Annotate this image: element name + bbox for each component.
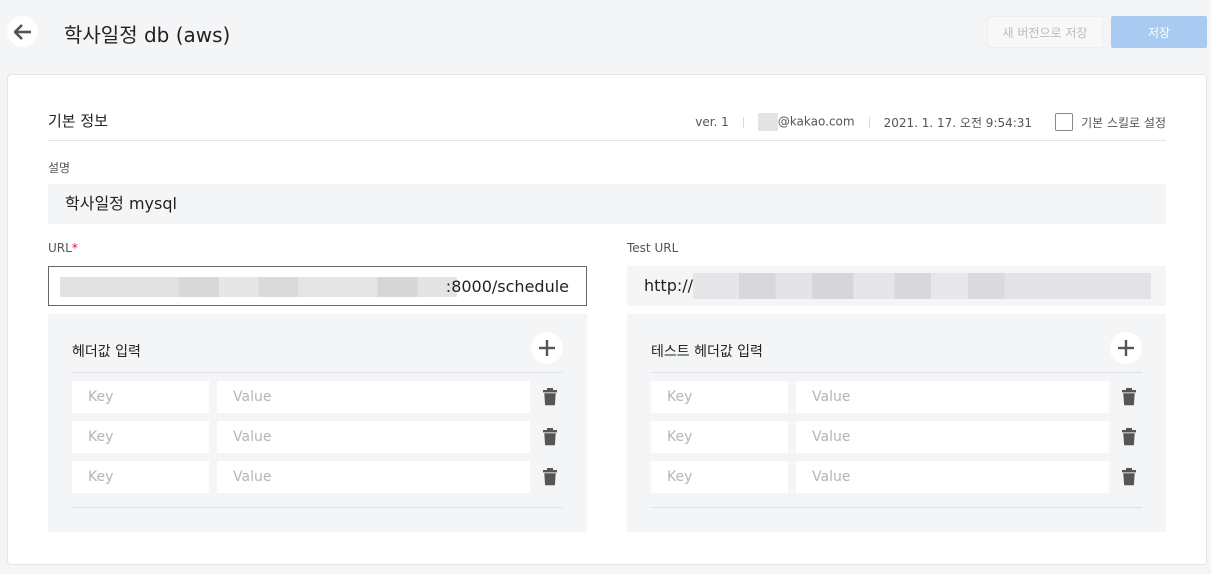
test-header-key-input[interactable] bbox=[651, 461, 788, 493]
back-arrow-icon bbox=[13, 23, 31, 40]
add-test-header-button[interactable] bbox=[1110, 332, 1142, 364]
test-url-input[interactable]: http:// bbox=[627, 266, 1166, 306]
trash-icon[interactable] bbox=[542, 428, 558, 446]
test-header-key-input[interactable] bbox=[651, 381, 788, 413]
version-label: ver. 1 bbox=[695, 115, 729, 129]
trash-icon[interactable] bbox=[1121, 388, 1137, 406]
test-header-value-input[interactable] bbox=[796, 381, 1109, 413]
default-skill-checkbox[interactable] bbox=[1055, 113, 1074, 131]
header-row bbox=[72, 381, 563, 413]
header-row bbox=[72, 421, 563, 453]
panel-divider bbox=[651, 372, 1142, 373]
redacted-block bbox=[693, 273, 1151, 299]
trash-icon[interactable] bbox=[1121, 468, 1137, 486]
meta-separator bbox=[868, 116, 870, 128]
page-title: 학사일정 db (aws) bbox=[64, 23, 231, 47]
meta-separator bbox=[742, 116, 744, 128]
header-key-input[interactable] bbox=[72, 421, 209, 453]
skill-form-card: 기본 정보 ver. 1 @kakao.com 2021. 1. 17. 오전 … bbox=[7, 74, 1207, 565]
top-bar: 학사일정 db (aws) 새 버전으로 저장 저장 bbox=[0, 0, 1211, 64]
header-input-panel: 헤더값 입력 bbox=[48, 314, 587, 532]
redacted-block bbox=[60, 277, 457, 297]
description-label: 설명 bbox=[48, 161, 71, 175]
url-input[interactable]: :8000/schedule bbox=[48, 266, 587, 306]
back-button[interactable] bbox=[7, 16, 38, 47]
default-skill-label[interactable]: 기본 스킬로 설정 bbox=[1081, 114, 1166, 131]
test-header-row bbox=[651, 381, 1142, 413]
description-field[interactable]: 학사일정 mysql bbox=[48, 184, 1166, 224]
test-header-value-input[interactable] bbox=[796, 461, 1109, 493]
test-header-input-panel: 테스트 헤더값 입력 bbox=[627, 314, 1166, 532]
test-header-row bbox=[651, 461, 1142, 493]
updated-datetime: 2021. 1. 17. 오전 9:54:31 bbox=[883, 115, 1033, 130]
section-title: 기본 정보 bbox=[48, 112, 108, 130]
meta-info: ver. 1 @kakao.com 2021. 1. 17. 오전 9:54:3… bbox=[695, 113, 1166, 131]
trash-icon[interactable] bbox=[542, 468, 558, 486]
header-key-input[interactable] bbox=[72, 461, 209, 493]
save-as-new-version-button[interactable]: 새 버전으로 저장 bbox=[987, 16, 1103, 48]
test-url-label: Test URL bbox=[627, 241, 679, 255]
panel-title: 헤더값 입력 bbox=[72, 344, 141, 360]
required-mark: * bbox=[71, 241, 78, 255]
panel-divider bbox=[651, 507, 1142, 508]
section-divider bbox=[48, 140, 1166, 141]
panel-divider bbox=[72, 507, 563, 508]
add-header-button[interactable] bbox=[531, 332, 563, 364]
redacted-block bbox=[757, 113, 778, 131]
plus-icon bbox=[1118, 340, 1134, 356]
panel-divider bbox=[72, 372, 563, 373]
test-header-key-input[interactable] bbox=[651, 421, 788, 453]
header-value-input[interactable] bbox=[217, 421, 530, 453]
trash-icon[interactable] bbox=[1121, 428, 1137, 446]
save-button[interactable]: 저장 bbox=[1111, 16, 1207, 48]
test-header-row bbox=[651, 421, 1142, 453]
test-header-value-input[interactable] bbox=[796, 421, 1109, 453]
header-value-input[interactable] bbox=[217, 381, 530, 413]
panel-title: 테스트 헤더값 입력 bbox=[651, 344, 763, 360]
url-value: :8000/schedule bbox=[445, 277, 569, 296]
header-key-input[interactable] bbox=[72, 381, 209, 413]
trash-icon[interactable] bbox=[542, 388, 558, 406]
test-url-value: http:// bbox=[644, 276, 694, 295]
plus-icon bbox=[539, 340, 555, 356]
header-value-input[interactable] bbox=[217, 461, 530, 493]
author-email: @kakao.com bbox=[757, 113, 855, 131]
header-row bbox=[72, 461, 563, 493]
url-label: URL* bbox=[48, 241, 78, 255]
